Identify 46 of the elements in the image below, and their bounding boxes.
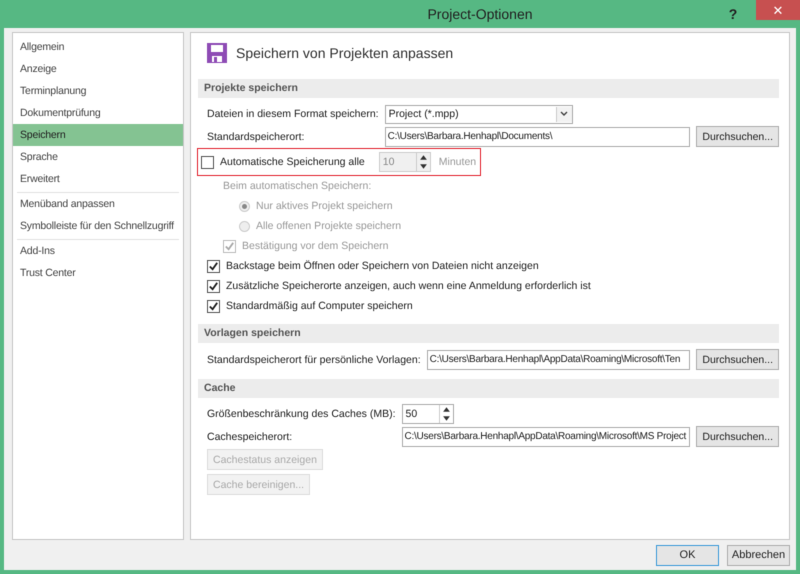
field-label: Standardspeicherort für persönliche Vorlagen: <box>207 352 421 368</box>
cancel-button[interactable]: Abbrechen <box>727 544 790 566</box>
path-field[interactable]: C:\Users\Barbara.Henhapl\Documents\ <box>384 126 690 146</box>
path-field[interactable]: C:\Users\Barbara.Henhapl\AppData\Roaming\Microsoft\MS Project <box>402 426 690 446</box>
page-title: Speichern von Projekten anpassen <box>236 45 454 61</box>
sidebar-item[interactable]: Anzeige <box>13 58 183 80</box>
sidebar-item[interactable]: Allgemein <box>13 36 183 58</box>
unit-label: Minuten <box>438 156 476 168</box>
field-label: Dateien in diesem Format speichern: <box>207 107 379 122</box>
field-label: Cachespeicherort: <box>207 430 294 444</box>
browse-button[interactable]: Durchsuchen... <box>696 426 779 447</box>
sidebar-item[interactable]: Menüband anpassen <box>13 193 183 215</box>
checkbox-label: Zusätzliche Speicherorte anzeigen, auch wenn eine Anmeldung erforderlich ist <box>226 279 591 294</box>
path-field[interactable]: C:\Users\Barbara.Henhapl\AppData\Roaming\Microsoft\Ten <box>426 350 690 370</box>
radio-label: Nur aktives Projekt speichern <box>256 199 393 214</box>
checked-checkbox[interactable] <box>207 260 220 272</box>
format-dropdown[interactable]: Project (*.mpp) <box>384 104 573 124</box>
sidebar-item[interactable]: Erweitert <box>13 168 183 190</box>
checkbox-label: Bestätigung vor dem Speichern <box>242 239 389 254</box>
ok-button[interactable]: OK <box>656 544 719 566</box>
sidebar-item[interactable]: Speichern <box>13 124 183 146</box>
section-header: Projekte speichern <box>198 79 779 98</box>
sidebar-item[interactable]: Symbolleiste für den Schnellzugriff <box>13 215 183 237</box>
field-label: Größenbeschränkung des Caches (MB): <box>207 407 396 422</box>
sidebar-item[interactable]: Sprache <box>13 146 183 168</box>
checked-checkbox[interactable] <box>207 300 220 312</box>
checkbox-label: Automatische Speicherung alle <box>220 155 365 170</box>
sidebar-item[interactable]: Add-Ins <box>13 240 183 262</box>
help-button[interactable]: ? <box>720 0 746 28</box>
section-header: Cache <box>198 379 779 398</box>
sidebar-item[interactable]: Dokumentprüfung <box>13 102 183 124</box>
group-label: Beim automatischen Speichern: <box>223 179 372 194</box>
chevron-down-icon <box>559 110 570 118</box>
window-title: Project-Optionen <box>426 6 534 22</box>
field-label: Standardspeicherort: <box>207 130 306 144</box>
checked-checkbox[interactable] <box>207 280 220 292</box>
browse-button[interactable]: Durchsuchen... <box>696 126 779 147</box>
close-button[interactable]: ✕ <box>756 0 800 20</box>
browse-button[interactable]: Durchsuchen... <box>696 349 779 370</box>
section-header: Vorlagen speichern <box>198 324 779 343</box>
checkbox-label: Standardmäßig auf Computer speichern <box>226 299 413 314</box>
sidebar-item[interactable]: Terminplanung <box>13 80 183 102</box>
sidebar-item[interactable]: Trust Center <box>13 262 183 284</box>
radio-label: Alle offenen Projekte speichern <box>256 219 402 234</box>
checkbox-label: Backstage beim Öffnen oder Speichern von Dateien nicht anzeigen <box>226 259 539 274</box>
number-spinner[interactable]: 50 <box>402 404 454 424</box>
